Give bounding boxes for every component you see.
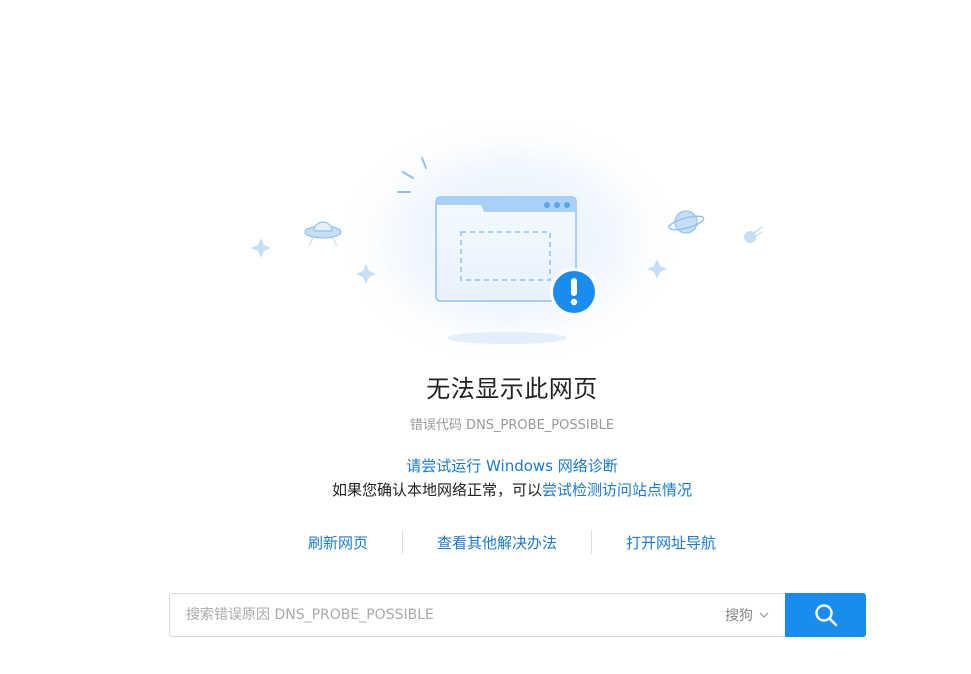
search-bar: 搜狗 — [169, 593, 866, 637]
error-illustration — [251, 110, 763, 360]
error-code: 错误代码 DNS_PROBE_POSSIBLE — [409, 418, 615, 433]
local-network-line: 如果您确认本地网络正常，可以尝试检测访问站点情况 — [0, 479, 971, 500]
search-engine-select[interactable]: 搜狗 — [725, 605, 785, 625]
action-links: 刷新网页 查看其他解决办法 打开网址导航 — [0, 530, 971, 554]
other-solutions-link[interactable]: 查看其他解决办法 — [403, 532, 591, 553]
open-navigation-link[interactable]: 打开网址导航 — [592, 532, 750, 553]
search-icon — [814, 604, 837, 627]
page-title: 无法显示此网页 — [426, 375, 598, 403]
diagnose-line: 请尝试运行 Windows 网络诊断 — [0, 455, 971, 476]
error-page: 无法显示此网页 错误代码 DNS_PROBE_POSSIBLE 请尝试运行 Wi… — [0, 0, 971, 674]
refresh-page-link[interactable]: 刷新网页 — [274, 532, 402, 553]
search-input[interactable] — [170, 594, 725, 636]
exclamation-circle-icon — [550, 268, 598, 316]
search-button[interactable] — [785, 593, 866, 637]
comet-icon — [744, 226, 763, 243]
network-diagnose-link[interactable]: 请尝试运行 Windows 网络诊断 — [406, 457, 618, 475]
search-engine-label: 搜狗 — [725, 608, 753, 624]
detect-site-link[interactable]: 尝试检测访问站点情况 — [542, 481, 692, 499]
chevron-down-icon — [759, 612, 769, 618]
local-network-text: 如果您确认本地网络正常，可以 — [331, 481, 542, 499]
search-box: 搜狗 — [169, 593, 785, 637]
